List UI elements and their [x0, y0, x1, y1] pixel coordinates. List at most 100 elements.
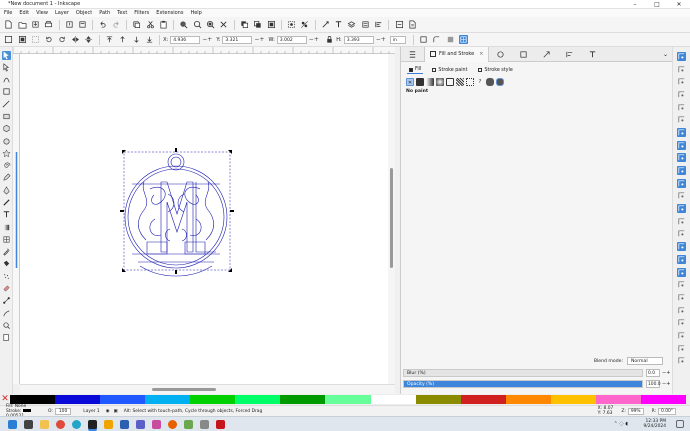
zoom-width-icon[interactable] [219, 20, 228, 29]
vertical-scroll-thumb[interactable] [390, 168, 393, 268]
objects-dock-icon[interactable] [519, 50, 528, 59]
spiral-icon[interactable] [2, 161, 11, 170]
new-document-icon[interactable] [4, 20, 13, 29]
blur-slider[interactable]: Blur (%) [403, 368, 643, 377]
dock-menu-chevron-icon[interactable]: ⌄ [663, 51, 668, 58]
w-input[interactable]: 3.002 [276, 35, 307, 44]
snap-options-icon[interactable] [677, 318, 686, 327]
y-stepper[interactable]: −+ [254, 36, 264, 43]
palette-swatch[interactable] [145, 395, 191, 404]
zoom-selection-icon[interactable] [179, 20, 188, 29]
rotate-ccw-icon[interactable] [44, 35, 53, 44]
no-paint-button[interactable]: ✕ [406, 78, 414, 86]
teams-icon[interactable] [136, 419, 145, 429]
ungroup-icon[interactable] [300, 20, 309, 29]
eye-icon[interactable]: ◉ [106, 409, 110, 414]
fill-rule-evenodd-icon[interactable] [486, 78, 494, 86]
star-icon[interactable] [1, 149, 11, 158]
snap-bbox-edge-icon[interactable] [677, 90, 686, 99]
layers-dock-icon[interactable] [496, 50, 505, 59]
drawing[interactable] [20, 54, 395, 384]
duplicate-icon[interactable] [240, 20, 249, 29]
zoom-input[interactable]: 99% [627, 407, 644, 415]
notifications-icon[interactable] [676, 420, 684, 428]
text-icon[interactable] [2, 210, 11, 219]
subtab-stroke-paint[interactable]: Stroke paint [430, 67, 469, 74]
close-button[interactable]: ✕ [668, 0, 690, 9]
x-stepper[interactable]: −+ [202, 36, 212, 43]
zoom-drawing-icon[interactable] [193, 20, 202, 29]
swatch-button[interactable] [466, 78, 474, 86]
mail-icon[interactable] [104, 419, 113, 429]
select-all-layers-icon[interactable] [18, 35, 27, 44]
menu-extensions[interactable]: Extensions [156, 10, 183, 16]
unset-paint-button[interactable]: ? [476, 78, 484, 86]
menu-text[interactable]: Text [117, 10, 127, 16]
subtab-stroke-style[interactable]: Stroke style [476, 67, 514, 74]
snap-intersection-icon[interactable] [677, 191, 686, 200]
snap-toggle-icon[interactable] [677, 51, 686, 61]
vertical-scrollbar[interactable] [388, 54, 395, 384]
status-layer-select[interactable]: Layer 1 [83, 409, 99, 414]
zoom-page-icon[interactable] [206, 20, 215, 29]
rotate-cw-icon[interactable] [58, 35, 67, 44]
acrobat-icon[interactable] [216, 419, 225, 429]
snap-bbox-corner-icon[interactable] [677, 103, 686, 112]
opacity-slider[interactable]: Opacity (%) [403, 379, 643, 388]
subtab-fill[interactable]: Fill [407, 66, 424, 74]
snap-bbox-icon[interactable] [677, 77, 686, 86]
menu-view[interactable]: View [36, 10, 48, 16]
align-dialog-icon[interactable] [374, 20, 383, 29]
w-stepper[interactable]: −+ [309, 36, 319, 43]
status-opacity-input[interactable]: 100 [54, 407, 72, 415]
chrome-icon[interactable] [56, 419, 65, 429]
radial-gradient-button[interactable] [436, 78, 444, 86]
snap-nodes-icon[interactable] [677, 140, 686, 150]
blur-stepper[interactable]: −+ [662, 370, 670, 376]
blur-input[interactable]: 0.0 [646, 368, 660, 377]
files-icon[interactable] [184, 419, 193, 429]
snap-bbox-center-icon[interactable] [677, 127, 686, 137]
snap-center-icon[interactable] [677, 229, 686, 238]
text-font-icon[interactable] [334, 20, 343, 29]
unit-value[interactable]: in [389, 35, 406, 44]
3dbox-icon[interactable] [2, 124, 11, 133]
opacity-input[interactable]: 100.0 [646, 379, 661, 388]
maximize-button[interactable]: □ [646, 0, 668, 9]
palette-swatch[interactable] [640, 395, 686, 404]
snap-misc-icon[interactable] [677, 344, 686, 353]
snap-perpendicular-icon[interactable] [677, 293, 686, 302]
snap-guide-icon[interactable] [677, 280, 686, 289]
snap-page-border-icon[interactable] [677, 254, 686, 264]
snap-path-icon[interactable] [677, 204, 686, 214]
select-all-icon[interactable] [4, 35, 13, 44]
align-dock-icon[interactable] [565, 50, 574, 59]
snap-end-icon[interactable] [677, 356, 686, 365]
rotation-input[interactable]: 0.00° [658, 407, 676, 415]
snap-tangent-icon[interactable] [677, 306, 686, 315]
word-icon[interactable] [120, 419, 129, 429]
node-icon[interactable] [2, 63, 11, 72]
lower-to-bottom-icon[interactable] [145, 35, 154, 44]
zoom-tool-icon[interactable] [2, 321, 11, 330]
lpe-icon[interactable] [2, 309, 11, 318]
snap-menu-icon[interactable] [677, 65, 686, 74]
notes-icon[interactable] [200, 419, 209, 429]
move-patterns-icon[interactable] [459, 35, 469, 44]
snap-grid-icon[interactable] [677, 267, 686, 277]
scale-corners-icon[interactable] [432, 35, 441, 44]
palette-swatch[interactable] [415, 395, 461, 404]
palette-swatch[interactable] [460, 395, 506, 404]
scale-stroke-icon[interactable] [419, 35, 428, 44]
objects-icon[interactable] [361, 20, 370, 29]
preferences-icon[interactable] [395, 20, 404, 29]
palette-swatch[interactable] [55, 395, 101, 404]
menu-file[interactable]: File [4, 10, 12, 16]
canvas[interactable] [20, 54, 395, 384]
open-icon[interactable] [18, 20, 27, 29]
flip-vertical-icon[interactable] [84, 35, 93, 44]
tab-close-button[interactable]: × [479, 51, 483, 57]
menu-layer[interactable]: Layer [55, 10, 69, 16]
calligraphy-icon[interactable] [2, 198, 11, 207]
flat-color-button[interactable] [416, 78, 424, 86]
